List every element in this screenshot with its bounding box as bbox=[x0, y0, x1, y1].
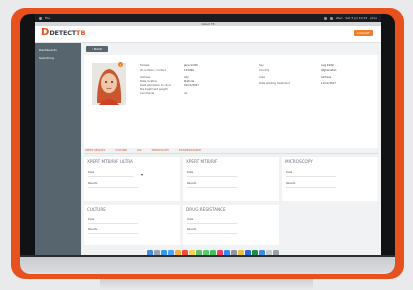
field-value: address bbox=[321, 76, 332, 79]
panel-row-label: Results bbox=[88, 182, 98, 185]
field-value: city bbox=[184, 76, 189, 79]
panel-xpert-ultra: XPERT MTB/RIF ULTRA Date ▾ Results bbox=[84, 157, 180, 201]
app-logo[interactable]: D DETECT TB bbox=[41, 28, 85, 38]
results-select[interactable] bbox=[187, 233, 237, 234]
field-value: Pretoria bbox=[184, 80, 195, 83]
panel-title: CULTURE bbox=[87, 207, 106, 212]
sidebar: Dashboards Searching bbox=[35, 43, 81, 257]
main-content: ‹ BACK 1 Female ID number / contact Addr… bbox=[81, 43, 381, 257]
field-label: Country bbox=[259, 69, 270, 72]
tab-lpa[interactable]: LPA bbox=[137, 149, 142, 152]
panel-row-label: Date bbox=[88, 171, 95, 174]
monitor-chin bbox=[20, 257, 395, 274]
patient-info-card: 1 Female ID number / contact Address Dat… bbox=[84, 55, 378, 148]
divider bbox=[84, 153, 378, 154]
panel-row-label: Results bbox=[187, 228, 197, 231]
app-header: D DETECT TB LOGOUT bbox=[35, 26, 381, 43]
field-value: 123456 bbox=[184, 69, 194, 72]
date-input[interactable] bbox=[88, 223, 138, 224]
logo-name: DETECT bbox=[49, 29, 77, 37]
results-select[interactable] bbox=[286, 187, 336, 188]
panel-row-label: Date bbox=[187, 171, 194, 174]
panel-title: MICROSCOPY bbox=[285, 159, 313, 164]
screen: File Wed Sat 3 Jul 10:15 ptxx Detect TB … bbox=[35, 14, 381, 257]
patient-photo bbox=[92, 63, 126, 105]
sidebar-item-dashboards[interactable]: Dashboards bbox=[35, 46, 81, 54]
panel-microscopy: MICROSCOPY Date Results bbox=[282, 157, 378, 201]
field-label: Comments bbox=[140, 92, 155, 95]
tab-culture[interactable]: CULTURE bbox=[115, 149, 127, 152]
results-select[interactable] bbox=[88, 233, 138, 234]
panel-title: XPERT MTB/RIF ULTRA bbox=[87, 159, 133, 164]
caret-down-icon[interactable]: ▾ bbox=[141, 172, 143, 177]
field-label: Pre-treatment weight bbox=[140, 88, 168, 91]
panel-xpert: XPERT MTB/RIF Date Results bbox=[183, 157, 279, 201]
menubar-day: Wed bbox=[335, 16, 343, 20]
results-select[interactable] bbox=[187, 187, 237, 188]
battery-icon[interactable] bbox=[329, 16, 333, 20]
field-label: Date starting treatment bbox=[259, 82, 290, 85]
panel-row-label: Date bbox=[187, 218, 194, 221]
field-label: Female bbox=[140, 64, 150, 67]
field-label: Date location bbox=[140, 80, 158, 83]
mac-menubar: File Wed Sat 3 Jul 10:15 ptxx bbox=[35, 14, 381, 22]
tab-dst-resistance[interactable]: DST/RESISTANCE bbox=[179, 149, 201, 152]
field-label: Sex bbox=[259, 64, 264, 67]
apple-icon[interactable] bbox=[39, 16, 42, 20]
date-input[interactable] bbox=[187, 223, 237, 224]
panel-row-label: Results bbox=[187, 182, 197, 185]
field-value: 01/11/2017 bbox=[184, 84, 199, 87]
field-label: ID number / contact bbox=[140, 69, 166, 72]
menubar-clock[interactable]: Sat 3 Jul 10:15 bbox=[345, 16, 367, 20]
panel-row-label: Date bbox=[286, 171, 293, 174]
field-label: Area bbox=[259, 76, 265, 79]
field-value: Aug 1990 bbox=[321, 64, 334, 67]
tab-xpert-results[interactable]: XPERT RESULTS bbox=[85, 149, 105, 152]
notification-badge[interactable]: 1 bbox=[118, 62, 123, 67]
chevron-left-icon: ‹ bbox=[91, 47, 94, 51]
logout-button[interactable]: LOGOUT bbox=[354, 30, 373, 36]
monitor-bezel: File Wed Sat 3 Jul 10:15 ptxx Detect TB … bbox=[20, 14, 395, 274]
panel-culture: CULTURE Date Results bbox=[84, 205, 180, 245]
field-label: Date admission to clinic bbox=[140, 84, 172, 87]
wifi-icon[interactable] bbox=[323, 16, 327, 20]
results-select[interactable] bbox=[88, 187, 138, 188]
date-input[interactable] bbox=[88, 176, 133, 177]
back-button-label: BACK bbox=[94, 47, 103, 51]
panel-title: DRUG RESISTANCE bbox=[186, 207, 226, 212]
date-input[interactable] bbox=[286, 176, 336, 177]
panel-row-label: Results bbox=[286, 182, 296, 185]
sidebar-item-searching[interactable]: Searching bbox=[35, 54, 81, 62]
back-button[interactable]: ‹ BACK bbox=[86, 46, 108, 52]
date-input[interactable] bbox=[187, 176, 237, 177]
field-label: Address bbox=[140, 76, 151, 79]
panel-row-label: Date bbox=[88, 218, 95, 221]
logo-suffix: TB bbox=[76, 29, 86, 37]
field-value: 11/11/2017 bbox=[321, 82, 336, 85]
monitor-stand bbox=[100, 279, 313, 290]
monitor-frame: File Wed Sat 3 Jul 10:15 ptxx Detect TB … bbox=[11, 8, 404, 279]
field-value: no bbox=[184, 92, 188, 95]
panel-drug-resistance: DRUG RESISTANCE Date Results bbox=[183, 205, 279, 245]
menubar-user[interactable]: ptxx bbox=[370, 16, 377, 20]
panel-title: XPERT MTB/RIF bbox=[186, 159, 218, 164]
results-tabs: XPERT RESULTS CULTURE LPA MICROSCOPY DST… bbox=[85, 149, 201, 152]
field-value: Jane Smith bbox=[184, 64, 198, 67]
menubar-item[interactable]: File bbox=[45, 16, 50, 20]
field-value: Afghanistan bbox=[321, 69, 337, 72]
panel-row-label: Results bbox=[88, 228, 98, 231]
tab-microscopy[interactable]: MICROSCOPY bbox=[152, 149, 169, 152]
logo-mark: D bbox=[41, 27, 50, 38]
